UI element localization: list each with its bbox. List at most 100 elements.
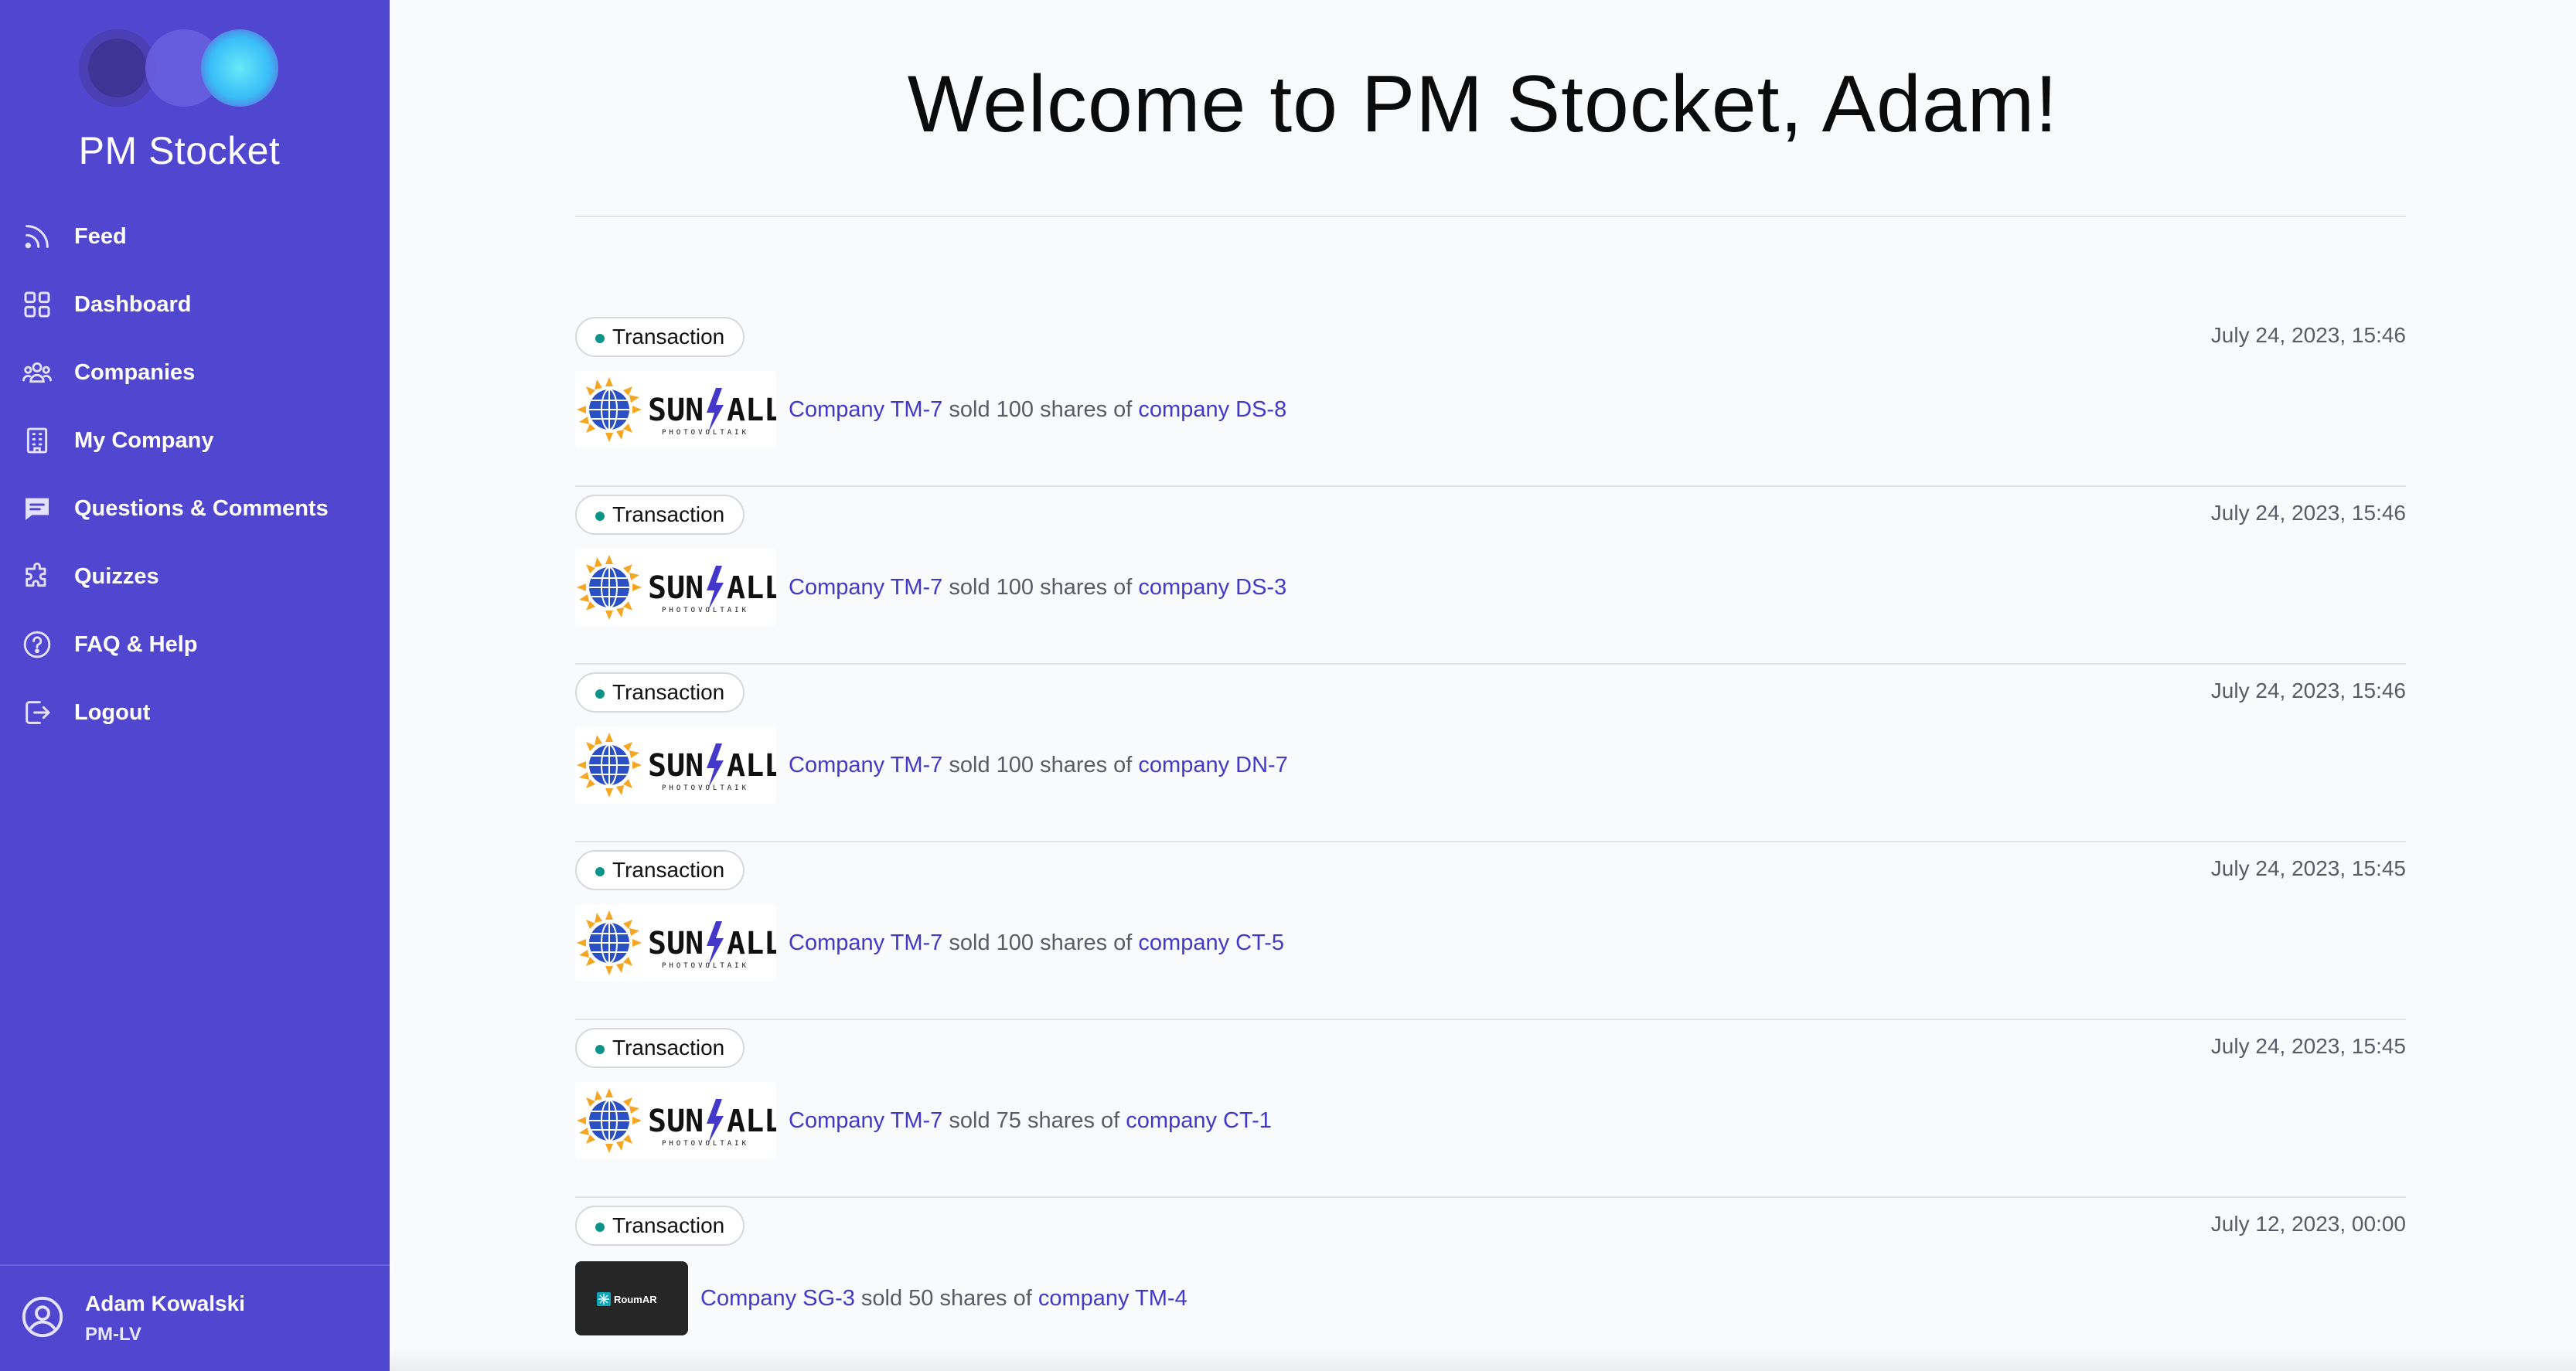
page-title: Welcome to PM Stocket, Adam! [907, 60, 2059, 149]
svg-text:PHOTOVOLTAIK: PHOTOVOLTAIK [662, 962, 749, 970]
user-avatar-icon [20, 1294, 65, 1343]
building-icon [20, 424, 54, 458]
svg-text:SUN: SUN [648, 926, 704, 961]
feed-date: July 24, 2023, 15:46 [2210, 679, 2406, 703]
feed-text: Company SG-3 sold 50 shares of company T… [700, 1285, 1187, 1311]
sidebar-item-label: Companies [74, 359, 196, 385]
logo-circle-dark [79, 29, 156, 107]
sidebar-item-companies[interactable]: Companies [0, 338, 390, 407]
feed-item: Transaction July 24, 2023, 15:46 SUN ALL… [575, 487, 2406, 665]
target-link[interactable]: company DN-7 [1138, 753, 1287, 777]
feed-item: Transaction July 12, 2023, 00:00 RoumAR … [575, 1198, 2406, 1371]
svg-text:PHOTOVOLTAIK: PHOTOVOLTAIK [662, 1140, 749, 1148]
feed-date: July 12, 2023, 00:00 [2210, 1212, 2406, 1236]
svg-text:ALL: ALL [727, 748, 776, 784]
grid-icon [20, 287, 54, 321]
status-dot [595, 1223, 605, 1232]
feed-text: Company TM-7 sold 100 shares of company … [789, 752, 1288, 777]
transaction-badge: Transaction [575, 495, 745, 535]
feed-text: Company TM-7 sold 100 shares of company … [789, 930, 1284, 955]
feed-date: July 24, 2023, 15:46 [2210, 501, 2406, 525]
svg-text:PHOTOVOLTAIK: PHOTOVOLTAIK [662, 607, 749, 614]
seller-link[interactable]: Company SG-3 [700, 1286, 855, 1311]
user-role: PM-LV [85, 1324, 141, 1345]
logout-icon [20, 696, 54, 730]
company-logo-roumar[interactable]: RoumAR [575, 1261, 688, 1335]
transaction-badge: Transaction [575, 1206, 745, 1246]
feed-list: Transaction July 24, 2023, 15:46 SUN ALL… [575, 309, 2406, 1371]
sidebar-item-label: FAQ & Help [74, 631, 198, 657]
svg-text:PHOTOVOLTAIK: PHOTOVOLTAIK [662, 784, 749, 792]
sidebar-item-label: Dashboard [74, 291, 192, 317]
sidebar-item-quizzes[interactable]: Quizzes [0, 543, 390, 611]
svg-text:ALL: ALL [727, 926, 776, 961]
feed-text: Company TM-7 sold 100 shares of company … [789, 396, 1287, 422]
svg-text:SUN: SUN [648, 570, 704, 606]
chat-icon [20, 492, 54, 526]
question-circle-icon [20, 628, 54, 662]
status-dot [595, 334, 605, 343]
company-logo-sunall[interactable]: SUN ALL PHOTOVOLTAIK [575, 904, 776, 981]
feed-item: Transaction July 24, 2023, 15:45 SUN ALL… [575, 842, 2406, 1020]
transaction-badge: Transaction [575, 672, 745, 713]
target-link[interactable]: company TM-4 [1038, 1286, 1187, 1311]
sidebar-item-feed[interactable]: Feed [0, 202, 390, 270]
transaction-badge: Transaction [575, 850, 745, 890]
sidebar-item-label: Questions & Comments [74, 495, 329, 521]
svg-text:ALL: ALL [727, 393, 776, 428]
company-logo-sunall[interactable]: SUN ALL PHOTOVOLTAIK [575, 726, 776, 804]
transaction-badge: Transaction [575, 317, 745, 357]
svg-text:SUN: SUN [648, 1104, 704, 1139]
seller-link[interactable]: Company TM-7 [789, 1108, 942, 1133]
status-dot [595, 689, 605, 699]
feed-date: July 24, 2023, 15:46 [2210, 323, 2406, 347]
svg-text:SUN: SUN [648, 393, 704, 428]
feed-text: Company TM-7 sold 75 shares of company C… [789, 1107, 1272, 1133]
sidebar: PM Stocket Feed Dashboard Companies My C… [0, 0, 390, 1371]
sidebar-item-logout[interactable]: Logout [0, 679, 390, 747]
main-content: Welcome to PM Stocket, Adam! Transaction… [390, 0, 2576, 1371]
seller-link[interactable]: Company TM-7 [789, 930, 942, 955]
company-logo-sunall[interactable]: SUN ALL PHOTOVOLTAIK [575, 1082, 776, 1159]
feed-item: Transaction July 24, 2023, 15:45 SUN ALL… [575, 1020, 2406, 1198]
brand-name: PM Stocket [78, 129, 281, 172]
sidebar-item-faq-help[interactable]: FAQ & Help [0, 611, 390, 679]
svg-text:SUN: SUN [648, 748, 704, 784]
status-dot [595, 512, 605, 521]
sidebar-item-label: Feed [74, 223, 127, 249]
transaction-badge: Transaction [575, 1028, 745, 1068]
svg-text:ALL: ALL [727, 570, 776, 606]
target-link[interactable]: company DS-3 [1138, 575, 1286, 600]
sidebar-item-my-company[interactable]: My Company [0, 407, 390, 475]
sidebar-item-label: Logout [74, 699, 151, 725]
sidebar-nav: Feed Dashboard Companies My Company Ques… [0, 202, 390, 747]
rss-icon [20, 219, 54, 253]
status-dot [595, 867, 605, 876]
target-link[interactable]: company DS-8 [1138, 397, 1286, 422]
status-dot [595, 1045, 605, 1054]
feed-date: July 24, 2023, 15:45 [2210, 856, 2406, 880]
feed-date: July 24, 2023, 15:45 [2210, 1034, 2406, 1058]
seller-link[interactable]: Company TM-7 [789, 575, 942, 600]
user-profile[interactable]: Adam Kowalski PM-LV [0, 1264, 390, 1371]
svg-text:PHOTOVOLTAIK: PHOTOVOLTAIK [662, 429, 749, 437]
company-logo-sunall[interactable]: SUN ALL PHOTOVOLTAIK [575, 549, 776, 626]
target-link[interactable]: company CT-5 [1138, 930, 1284, 955]
app-logo[interactable] [79, 29, 280, 110]
sidebar-item-label: My Company [74, 427, 214, 453]
sidebar-item-dashboard[interactable]: Dashboard [0, 270, 390, 338]
company-logo-sunall[interactable]: SUN ALL PHOTOVOLTAIK [575, 371, 776, 448]
seller-link[interactable]: Company TM-7 [789, 753, 942, 777]
sidebar-item-label: Quizzes [74, 563, 159, 589]
logo-circle-cyan [201, 29, 278, 107]
svg-text:RoumAR: RoumAR [614, 1294, 657, 1305]
feed-item: Transaction July 24, 2023, 15:46 SUN ALL… [575, 665, 2406, 842]
seller-link[interactable]: Company TM-7 [789, 397, 942, 422]
target-link[interactable]: company CT-1 [1126, 1108, 1272, 1133]
user-name: Adam Kowalski [85, 1291, 245, 1315]
users-icon [20, 356, 54, 390]
feed-text: Company TM-7 sold 100 shares of company … [789, 574, 1287, 600]
scroll-shadow [390, 1348, 2576, 1371]
sidebar-item-questions-comments[interactable]: Questions & Comments [0, 475, 390, 543]
svg-text:ALL: ALL [727, 1104, 776, 1139]
